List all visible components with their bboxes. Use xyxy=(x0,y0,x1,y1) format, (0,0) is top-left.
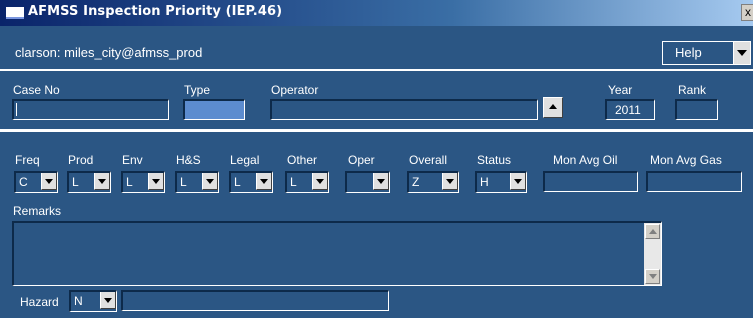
overall-select[interactable]: Z xyxy=(407,171,459,193)
env-label: Env xyxy=(122,153,143,167)
remarks-textarea[interactable] xyxy=(12,221,662,286)
help-label: Help xyxy=(675,45,702,60)
hazard-label: Hazard xyxy=(20,295,59,309)
rank-label: Rank xyxy=(678,83,707,97)
user-connection-label: clarson: miles_city@afmss_prod xyxy=(15,45,203,60)
other-select[interactable]: L xyxy=(285,171,329,193)
year-input[interactable]: 2011 xyxy=(605,99,655,120)
case-no-label: Case No xyxy=(13,83,60,97)
year-label: Year xyxy=(608,83,633,97)
app-window: AFMSS Inspection Priority (IEP.46) x cla… xyxy=(0,0,753,318)
status-select[interactable]: H xyxy=(475,171,527,193)
type-input[interactable] xyxy=(183,99,245,120)
prod-label: Prod xyxy=(68,153,94,167)
mon-avg-gas-input[interactable] xyxy=(646,171,742,192)
dropdown-arrow-icon[interactable] xyxy=(202,173,218,190)
oper-select[interactable] xyxy=(345,171,390,193)
mon-avg-oil-input[interactable] xyxy=(543,171,638,192)
remarks-scrollbar[interactable] xyxy=(644,223,661,285)
legal-label: Legal xyxy=(230,153,260,167)
dropdown-arrow-icon[interactable] xyxy=(100,292,116,309)
operator-label: Operator xyxy=(271,83,319,97)
text-caret xyxy=(16,103,17,116)
other-label: Other xyxy=(287,153,318,167)
rank-input[interactable] xyxy=(675,99,718,120)
remarks-label: Remarks xyxy=(13,204,62,218)
oper-label: Oper xyxy=(348,153,375,167)
dropdown-arrow-icon[interactable] xyxy=(510,173,526,190)
dropdown-arrow-icon[interactable] xyxy=(94,173,110,190)
scroll-down-icon[interactable] xyxy=(645,269,660,284)
hazard-select[interactable]: N xyxy=(69,290,117,312)
freq-select[interactable]: C xyxy=(14,171,58,193)
dropdown-arrow-icon[interactable] xyxy=(41,173,57,190)
dropdown-arrow-icon[interactable] xyxy=(256,173,272,190)
mon-avg-oil-label: Mon Avg Oil xyxy=(553,153,618,167)
hs-select[interactable]: L xyxy=(175,171,219,193)
mon-avg-gas-label: Mon Avg Gas xyxy=(650,153,722,167)
operator-input[interactable] xyxy=(270,99,538,120)
type-label: Type xyxy=(184,83,211,97)
dropdown-arrow-icon[interactable] xyxy=(148,173,164,190)
scroll-up-icon[interactable] xyxy=(645,224,660,239)
hazard-description-input[interactable] xyxy=(121,290,389,311)
overall-label: Overall xyxy=(409,153,448,167)
close-icon[interactable]: x xyxy=(741,4,753,21)
window-title: AFMSS Inspection Priority (IEP.46) xyxy=(28,4,283,19)
title-bar: AFMSS Inspection Priority (IEP.46) x xyxy=(0,0,753,26)
dropdown-arrow-icon[interactable] xyxy=(312,173,328,190)
up-arrow-icon[interactable] xyxy=(543,97,563,118)
dropdown-arrow-icon[interactable] xyxy=(442,173,458,190)
dropdown-arrow-icon[interactable] xyxy=(373,173,389,190)
help-dropdown[interactable]: Help xyxy=(662,41,751,65)
env-select[interactable]: L xyxy=(121,171,165,193)
window-icon xyxy=(6,7,24,19)
freq-label: Freq xyxy=(15,153,40,167)
prod-select[interactable]: L xyxy=(67,171,111,193)
dropdown-arrow-icon[interactable] xyxy=(733,42,750,64)
hs-label: H&S xyxy=(176,153,201,167)
case-no-input[interactable] xyxy=(12,99,169,120)
legal-select[interactable]: L xyxy=(229,171,273,193)
status-label: Status xyxy=(477,153,512,167)
